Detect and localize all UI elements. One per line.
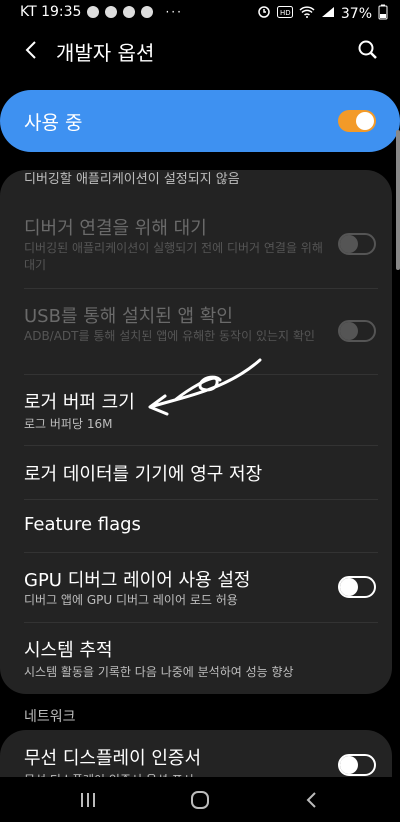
page-title: 개발자 옵션	[56, 41, 155, 65]
list-item-feature-flags[interactable]: Feature flags	[0, 500, 392, 552]
item-title: GPU 디버그 레이어 사용 설정	[24, 570, 251, 591]
toggle-knob	[340, 578, 358, 596]
notification-icon	[141, 6, 154, 18]
more-notifications-icon: ···	[165, 5, 183, 19]
toggle-knob	[356, 112, 374, 130]
item-title: 로거 데이터를 기기에 영구 저장	[24, 464, 263, 485]
item-subtitle: 시스템 활동을 기록한 다음 나중에 분석하여 성능 향상	[24, 665, 294, 679]
alarm-icon	[257, 5, 271, 23]
wait-debugger-toggle[interactable]	[338, 233, 376, 255]
carrier-time: KT 19:35	[20, 4, 82, 20]
annotation-arrow-icon	[148, 358, 262, 416]
toggle-knob	[340, 322, 358, 340]
search-button[interactable]	[354, 36, 382, 64]
developer-options-master-switch[interactable]: 사용 중	[0, 90, 400, 152]
toggle-knob	[340, 756, 358, 774]
item-title: Feature flags	[24, 514, 141, 535]
status-bar: KT 19:35 ··· HD 37%	[0, 0, 400, 26]
status-right: HD 37%	[257, 4, 388, 24]
back-button[interactable]	[18, 36, 46, 64]
hd-voice-icon: HD	[276, 6, 293, 22]
battery-icon	[378, 4, 388, 24]
search-icon	[358, 40, 377, 59]
list-item-system-tracing[interactable]: 시스템 추적 시스템 활동을 기록한 다음 나중에 분석하여 성능 향상	[0, 624, 392, 694]
item-subtitle: 디버그 앱에 GPU 디버그 레이어 로드 허용	[24, 593, 238, 607]
list-item-gpu-debug-layers[interactable]: GPU 디버그 레이어 사용 설정 디버그 앱에 GPU 디버그 레이어 로드 …	[0, 554, 392, 622]
recents-icon	[81, 793, 95, 807]
battery-percent: 37%	[340, 6, 372, 22]
item-title: 무선 디스플레이 인증서	[24, 748, 202, 769]
toggle-knob	[340, 235, 358, 253]
list-item-wait-debugger[interactable]: 디버거 연결을 위해 대기 디버깅된 애플리케이션이 실행되기 전에 디버거 연…	[0, 206, 392, 284]
divider	[24, 288, 378, 289]
item-title: 시스템 추적	[24, 640, 113, 661]
signal-icon	[321, 6, 335, 22]
home-icon	[191, 791, 209, 809]
list-item-logger-persist[interactable]: 로거 데이터를 기기에 영구 저장	[0, 446, 392, 500]
divider	[24, 622, 378, 623]
gpu-debug-toggle[interactable]	[338, 576, 376, 598]
home-button[interactable]	[185, 787, 215, 813]
scrollbar[interactable]	[396, 130, 400, 270]
notification-icon	[123, 6, 136, 18]
back-nav-icon	[306, 792, 316, 808]
svg-text:HD: HD	[280, 9, 291, 17]
notification-icon	[87, 6, 100, 18]
settings-list-card: 디버깅할 애플리케이션이 설정되지 않음 디버거 연결을 위해 대기 디버깅된 …	[0, 170, 392, 694]
back-arrow-icon	[25, 41, 36, 59]
item-subtitle: 디버깅된 애플리케이션이 실행되기 전에 디버거 연결을 위해 대기	[24, 241, 323, 272]
recents-button[interactable]	[73, 787, 103, 813]
section-header-network: 네트워크	[24, 709, 76, 725]
item-title: 디버깅할 애플리케이션이 설정되지 않음	[24, 172, 240, 187]
wireless-display-toggle[interactable]	[338, 754, 376, 776]
back-nav-button[interactable]	[297, 787, 327, 813]
item-title: 로거 버퍼 크기	[24, 392, 135, 413]
notification-icon	[105, 6, 118, 18]
item-title: USB를 통해 설치된 앱 확인	[24, 306, 233, 327]
wifi-icon	[299, 6, 315, 22]
master-switch-label: 사용 중	[24, 112, 83, 134]
divider	[24, 552, 378, 553]
master-toggle[interactable]	[338, 110, 376, 132]
navigation-bar	[0, 777, 400, 822]
item-subtitle: ADB/ADT를 통해 설치된 앱에 유해한 동작이 있는지 확인	[24, 329, 315, 343]
app-bar: 개발자 옵션	[0, 26, 400, 78]
verify-usb-toggle[interactable]	[338, 320, 376, 342]
item-title: 디버거 연결을 위해 대기	[24, 218, 207, 239]
status-left: KT 19:35 ···	[20, 4, 183, 20]
